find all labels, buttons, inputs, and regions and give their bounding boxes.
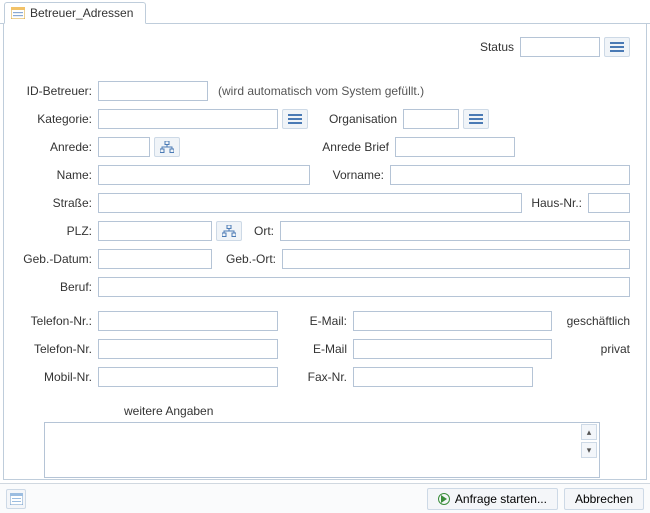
status-input[interactable] — [520, 37, 600, 57]
name-input[interactable] — [98, 165, 310, 185]
organisation-label: Organisation — [308, 112, 403, 126]
tab-betreuer-adressen[interactable]: Betreuer_Adressen — [4, 2, 146, 24]
footer-bar: Anfrage starten... Abbrechen — [0, 483, 650, 513]
run-query-button[interactable]: Anfrage starten... — [427, 488, 558, 510]
vorname-input[interactable] — [390, 165, 630, 185]
kategorie-label: Kategorie: — [14, 112, 98, 126]
plz-input[interactable] — [98, 221, 212, 241]
geb-datum-input[interactable] — [98, 249, 212, 269]
form-panel: Status ID-Betreuer: (wird automatisch vo… — [3, 24, 647, 480]
list-icon — [610, 42, 624, 52]
fax-label: Fax-Nr. — [278, 370, 353, 384]
organisation-list-button[interactable] — [463, 109, 489, 129]
mobil-input[interactable] — [98, 367, 278, 387]
tab-bar: Betreuer_Adressen — [0, 0, 650, 24]
strasse-label: Straße: — [14, 196, 98, 210]
play-icon — [438, 493, 450, 505]
tab-title: Betreuer_Adressen — [30, 6, 133, 20]
form-icon — [10, 493, 23, 505]
organisation-input[interactable] — [403, 109, 459, 129]
email-g-input[interactable] — [353, 311, 552, 331]
fax-input[interactable] — [353, 367, 533, 387]
status-list-button[interactable] — [604, 37, 630, 57]
spin-up-button[interactable]: ▴ — [581, 424, 597, 440]
anrede-brief-input[interactable] — [395, 137, 515, 157]
plz-label: PLZ: — [14, 224, 98, 238]
telefon-p-input[interactable] — [98, 339, 278, 359]
hierarchy-icon — [222, 225, 236, 237]
status-label: Status — [480, 40, 520, 54]
weitere-angaben-input[interactable] — [44, 422, 600, 478]
kategorie-list-button[interactable] — [282, 109, 308, 129]
beruf-input[interactable] — [98, 277, 630, 297]
id-betreuer-label: ID-Betreuer: — [14, 84, 98, 98]
spin-down-button[interactable]: ▾ — [581, 442, 597, 458]
geb-ort-label: Geb.-Ort: — [212, 252, 282, 266]
geb-datum-label: Geb.-Datum: — [14, 252, 98, 266]
email-g-label: E-Mail: — [278, 314, 353, 328]
weitere-angaben-label: weitere Angaben — [14, 404, 630, 422]
telefon-p-label: Telefon-Nr. — [14, 342, 98, 356]
telefon-g-input[interactable] — [98, 311, 278, 331]
telefon-g-label: Telefon-Nr.: — [14, 314, 98, 328]
name-label: Name: — [14, 168, 98, 182]
list-icon — [469, 114, 483, 124]
ort-input[interactable] — [280, 221, 630, 241]
id-betreuer-note: (wird automatisch vom System gefüllt.) — [208, 84, 424, 98]
footer-form-icon-button[interactable] — [6, 489, 26, 509]
vorname-label: Vorname: — [310, 168, 390, 182]
email-p-label: E-Mail — [278, 342, 353, 356]
strasse-input[interactable] — [98, 193, 522, 213]
cancel-label: Abbrechen — [575, 492, 633, 506]
plz-hierarchy-button[interactable] — [216, 221, 242, 241]
anrede-brief-label: Anrede Brief — [180, 140, 395, 154]
form-icon — [11, 7, 25, 19]
hausnr-label: Haus-Nr.: — [522, 196, 588, 210]
kategorie-input[interactable] — [98, 109, 278, 129]
hierarchy-icon — [160, 141, 174, 153]
suffix-privat: privat — [552, 342, 630, 356]
run-query-label: Anfrage starten... — [455, 492, 547, 506]
anrede-label: Anrede: — [14, 140, 98, 154]
anrede-hierarchy-button[interactable] — [154, 137, 180, 157]
app-window: Betreuer_Adressen Status ID-Betreuer: (w… — [0, 0, 650, 513]
ort-label: Ort: — [242, 224, 280, 238]
beruf-label: Beruf: — [14, 280, 98, 294]
anrede-input[interactable] — [98, 137, 150, 157]
id-betreuer-input[interactable] — [98, 81, 208, 101]
email-p-input[interactable] — [353, 339, 552, 359]
list-icon — [288, 114, 302, 124]
textarea-spinner: ▴ ▾ — [581, 424, 597, 460]
geb-ort-input[interactable] — [282, 249, 630, 269]
suffix-geschaeftlich: geschäftlich — [552, 314, 630, 328]
cancel-button[interactable]: Abbrechen — [564, 488, 644, 510]
mobil-label: Mobil-Nr. — [14, 370, 98, 384]
hausnr-input[interactable] — [588, 193, 630, 213]
